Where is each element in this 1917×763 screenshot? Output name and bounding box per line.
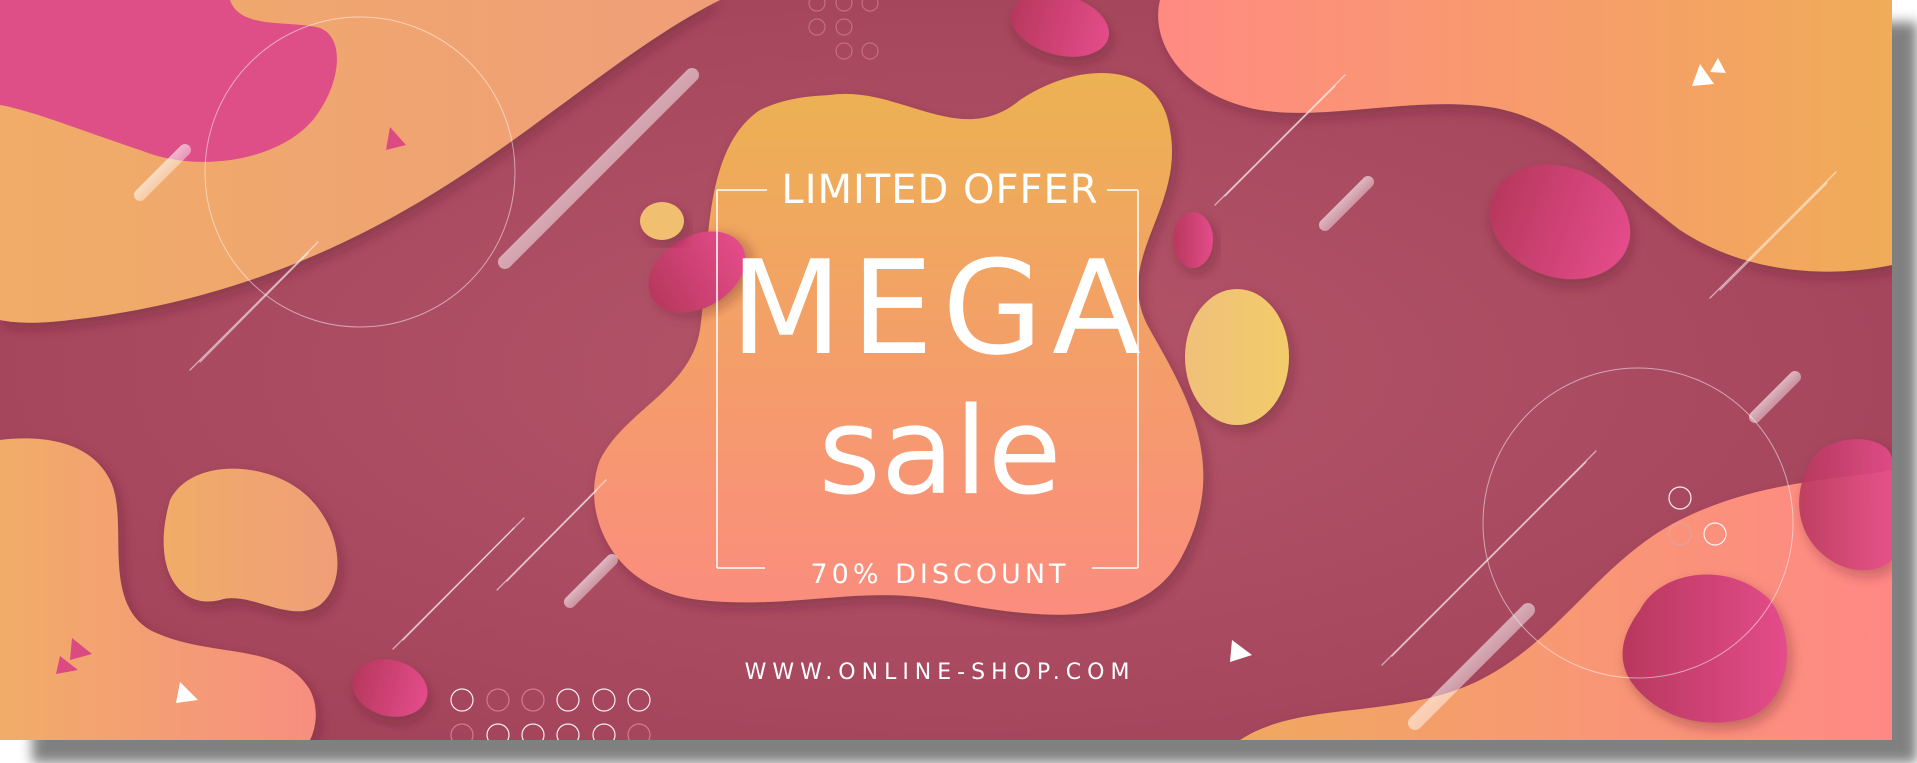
discount-label: 70% DISCOUNT	[810, 559, 1070, 590]
headline-limited-offer: LIMITED OFFER	[781, 167, 1099, 213]
blob-yellow-small	[640, 202, 684, 240]
headline-sale: sale	[818, 383, 1062, 522]
headline-mega: MEGA	[730, 232, 1150, 384]
sale-banner[interactable]: LIMITED OFFER MEGA sale 70% DISCOUNT WWW…	[0, 0, 1892, 740]
blob-pink-small-center-right	[1173, 212, 1213, 268]
blob-yellow-right	[1185, 289, 1289, 425]
website-link[interactable]: WWW.ONLINE-SHOP.COM	[680, 660, 1200, 685]
